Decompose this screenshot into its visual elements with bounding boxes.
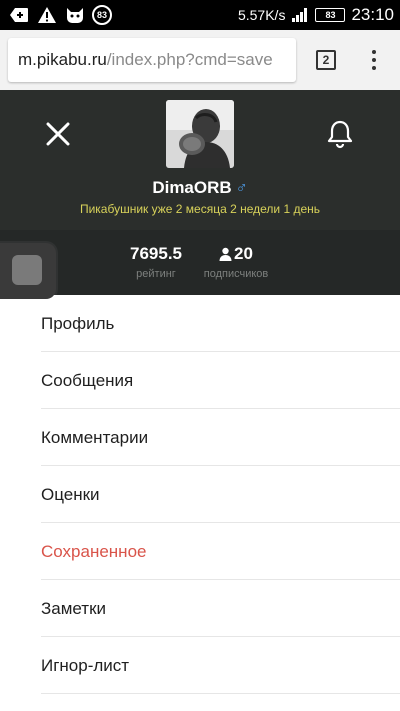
browser-menu-button[interactable] <box>366 48 382 72</box>
member-since: Пикабушник уже 2 месяца 2 недели 1 день <box>79 202 321 216</box>
add-notification-icon <box>8 4 30 26</box>
battery-indicator: 83 <box>315 8 346 22</box>
notification-count-badge: 83 <box>92 5 112 25</box>
rating-label: рейтинг <box>136 268 176 280</box>
signal-icon <box>289 4 311 26</box>
url-host: m.pikabu.ru <box>18 50 107 69</box>
close-icon <box>46 122 70 146</box>
warning-icon <box>36 4 58 26</box>
menu-item-profile[interactable]: Профиль <box>0 295 400 352</box>
profile-header: DimaORB ♂ Пикабушник уже 2 месяца 2 недел… <box>0 90 400 295</box>
notifications-button[interactable] <box>322 116 358 152</box>
status-bar-system: 5.57K/s 83 23:10 <box>238 4 394 26</box>
bell-icon <box>327 120 353 149</box>
bubble-square-icon <box>12 255 42 285</box>
menu-item-messages[interactable]: Сообщения <box>0 352 400 409</box>
status-bar-notifications: 83 <box>8 4 112 26</box>
profile-menu: Профиль Сообщения Комментарии Оценки Сох… <box>0 295 400 694</box>
rating-value: 7695.5 <box>130 244 182 263</box>
clock: 23:10 <box>351 5 394 24</box>
status-bar: 83 5.57K/s 83 23:10 <box>0 0 400 30</box>
menu-item-comments[interactable]: Комментарии <box>0 409 400 466</box>
tab-switcher-button[interactable]: 2 <box>316 50 336 70</box>
network-speed: 5.57K/s <box>237 7 286 23</box>
person-icon <box>219 247 232 261</box>
gender-icon: ♂ <box>235 180 248 197</box>
browser-toolbar: m.pikabu.ru/index.php?cmd=save 2 <box>0 30 400 90</box>
menu-dot-icon <box>372 50 376 54</box>
subscribers-stat[interactable]: 20 подписчиков <box>196 244 276 280</box>
subscribers-label: подписчиков <box>203 268 269 280</box>
avatar-image <box>166 100 234 168</box>
menu-dot-icon <box>372 66 376 70</box>
subscribers-value: 20 <box>234 244 253 263</box>
username-row: DimaORB ♂ <box>0 178 400 198</box>
rating-stat: 7695.5 рейтинг <box>120 244 192 280</box>
avatar[interactable] <box>166 100 234 168</box>
menu-item-saved[interactable]: Сохраненное <box>0 523 400 580</box>
menu-item-notes[interactable]: Заметки <box>0 580 400 637</box>
address-bar[interactable]: m.pikabu.ru/index.php?cmd=save <box>8 38 296 82</box>
floating-bubble[interactable] <box>0 243 56 299</box>
url-path: /index.php?cmd=save <box>106 50 273 69</box>
username[interactable]: DimaORB <box>152 178 231 197</box>
cat-app-icon <box>64 4 86 26</box>
menu-item-ratings[interactable]: Оценки <box>0 466 400 523</box>
menu-item-ignore-list[interactable]: Игнор-лист <box>0 637 400 694</box>
close-button[interactable] <box>40 116 76 152</box>
profile-stats: 7695.5 рейтинг 20 подписчиков <box>0 230 400 295</box>
menu-dot-icon <box>372 58 376 62</box>
